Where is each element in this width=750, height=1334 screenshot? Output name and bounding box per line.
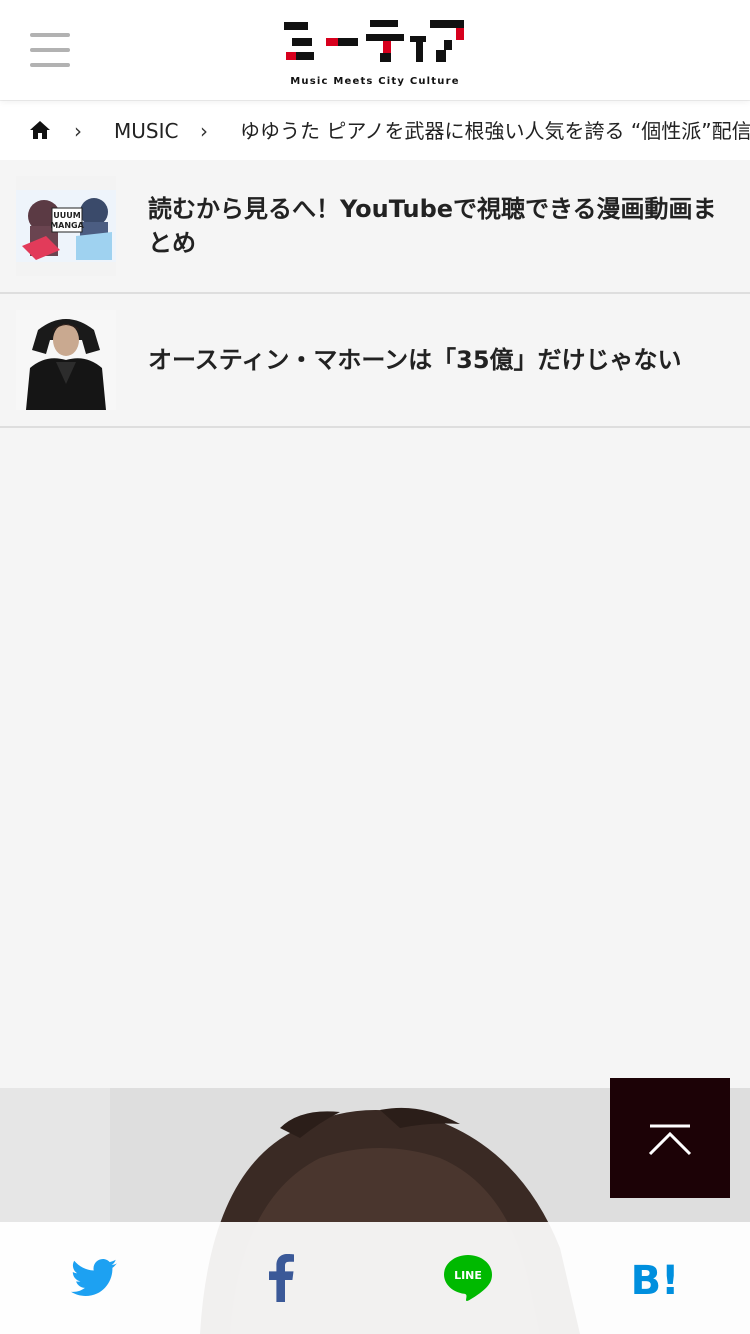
article-title[interactable]: オースティン・マホーンは「35億」だけじゃない xyxy=(148,294,734,426)
logo-tagline: Music Meets City Culture xyxy=(290,76,460,87)
logo-mark xyxy=(284,20,464,62)
share-line-button[interactable]: LINE xyxy=(374,1222,561,1334)
share-hatena-button[interactable]: B! xyxy=(561,1222,748,1334)
home-icon[interactable] xyxy=(30,121,50,139)
breadcrumb: › MUSIC › ゆゆうた ピアノを武器に根強い人気を誇る “個性派”配信者 xyxy=(0,100,750,160)
menu-icon[interactable] xyxy=(30,33,70,67)
article-title[interactable]: 読むから見るへ！YouTubeで視聴できる漫画動画まとめ xyxy=(148,160,734,292)
svg-text:UUUM: UUUM xyxy=(53,211,80,220)
breadcrumb-music[interactable]: MUSIC xyxy=(114,101,178,160)
svg-text:LINE: LINE xyxy=(454,1269,482,1282)
chevron-right-icon: › xyxy=(74,119,82,143)
share-bar: LINE B! xyxy=(0,1222,750,1334)
share-twitter-button[interactable] xyxy=(0,1222,187,1334)
chevron-right-icon: › xyxy=(200,119,208,143)
site-logo[interactable]: Music Meets City Culture xyxy=(280,16,470,92)
share-facebook-button[interactable] xyxy=(187,1222,374,1334)
svg-text:B!: B! xyxy=(630,1258,679,1298)
related-article-item[interactable]: オースティン・マホーンは「35億」だけじゃない xyxy=(0,294,750,428)
back-to-top-button[interactable] xyxy=(610,1078,730,1198)
twitter-icon xyxy=(70,1259,117,1296)
line-icon: LINE xyxy=(443,1255,492,1301)
breadcrumb-current: ゆゆうた ピアノを武器に根強い人気を誇る “個性派”配信者 xyxy=(240,119,750,143)
related-article-list: UUUM MANGA 読むから見るへ！YouTubeで視聴できる漫画動画まとめ … xyxy=(0,160,750,428)
site-header: Music Meets City Culture xyxy=(0,0,750,100)
facebook-icon xyxy=(268,1254,294,1302)
article-thumbnail[interactable]: UUUM MANGA xyxy=(16,176,116,276)
related-article-item[interactable]: UUUM MANGA 読むから見るへ！YouTubeで視聴できる漫画動画まとめ xyxy=(0,160,750,294)
svg-text:MANGA: MANGA xyxy=(50,221,84,230)
arrow-up-icon xyxy=(648,1124,692,1156)
article-thumbnail[interactable] xyxy=(16,310,116,410)
hatena-bookmark-icon: B! xyxy=(630,1258,679,1298)
